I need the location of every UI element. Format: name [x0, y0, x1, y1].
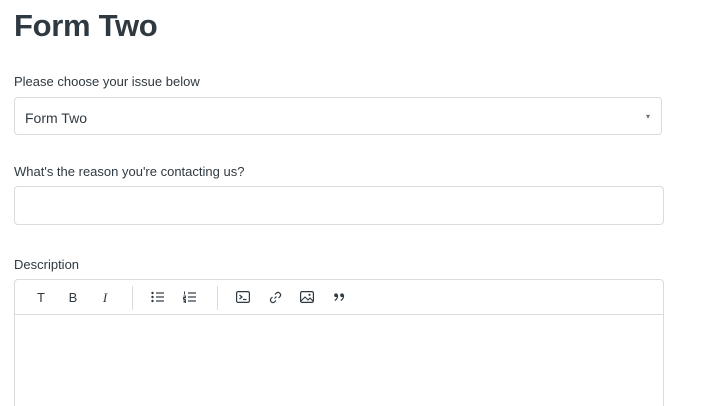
link-icon [269, 291, 281, 303]
bold-button[interactable]: B [64, 288, 82, 306]
quote-icon [333, 293, 344, 301]
reason-input[interactable] [14, 186, 664, 225]
toolbar-divider [132, 286, 133, 310]
code-block-button[interactable] [234, 288, 252, 306]
image-icon [300, 291, 314, 303]
chevron-down-icon: ▾ [645, 112, 650, 121]
editor-toolbar: T B I [15, 280, 663, 315]
link-button[interactable] [266, 288, 284, 306]
issue-select[interactable]: Form Two ▾ [14, 97, 662, 135]
italic-icon: I [102, 289, 108, 305]
bulleted-list-icon [151, 291, 164, 303]
description-editor: T B I [14, 279, 664, 406]
toolbar-divider [217, 286, 218, 310]
description-label: Description [14, 257, 80, 272]
issue-select-label: Please choose your issue below [14, 74, 200, 89]
text-icon: T [37, 289, 45, 305]
text-style-button[interactable]: T [32, 288, 50, 306]
reason-field-label: What's the reason you're contacting us? [14, 164, 245, 179]
quote-button[interactable] [330, 288, 348, 306]
bulleted-list-button[interactable] [149, 288, 167, 306]
page-title: Form Two [14, 8, 158, 43]
image-button[interactable] [298, 288, 316, 306]
numbered-list-icon [183, 291, 196, 303]
issue-select-value: Form Two [25, 110, 87, 126]
bold-icon: B [68, 289, 78, 305]
code-block-icon [236, 291, 250, 303]
italic-button[interactable]: I [96, 288, 114, 306]
form-page: Form Two Please choose your issue below … [0, 0, 711, 406]
numbered-list-button[interactable] [181, 288, 199, 306]
description-body[interactable] [15, 315, 663, 406]
